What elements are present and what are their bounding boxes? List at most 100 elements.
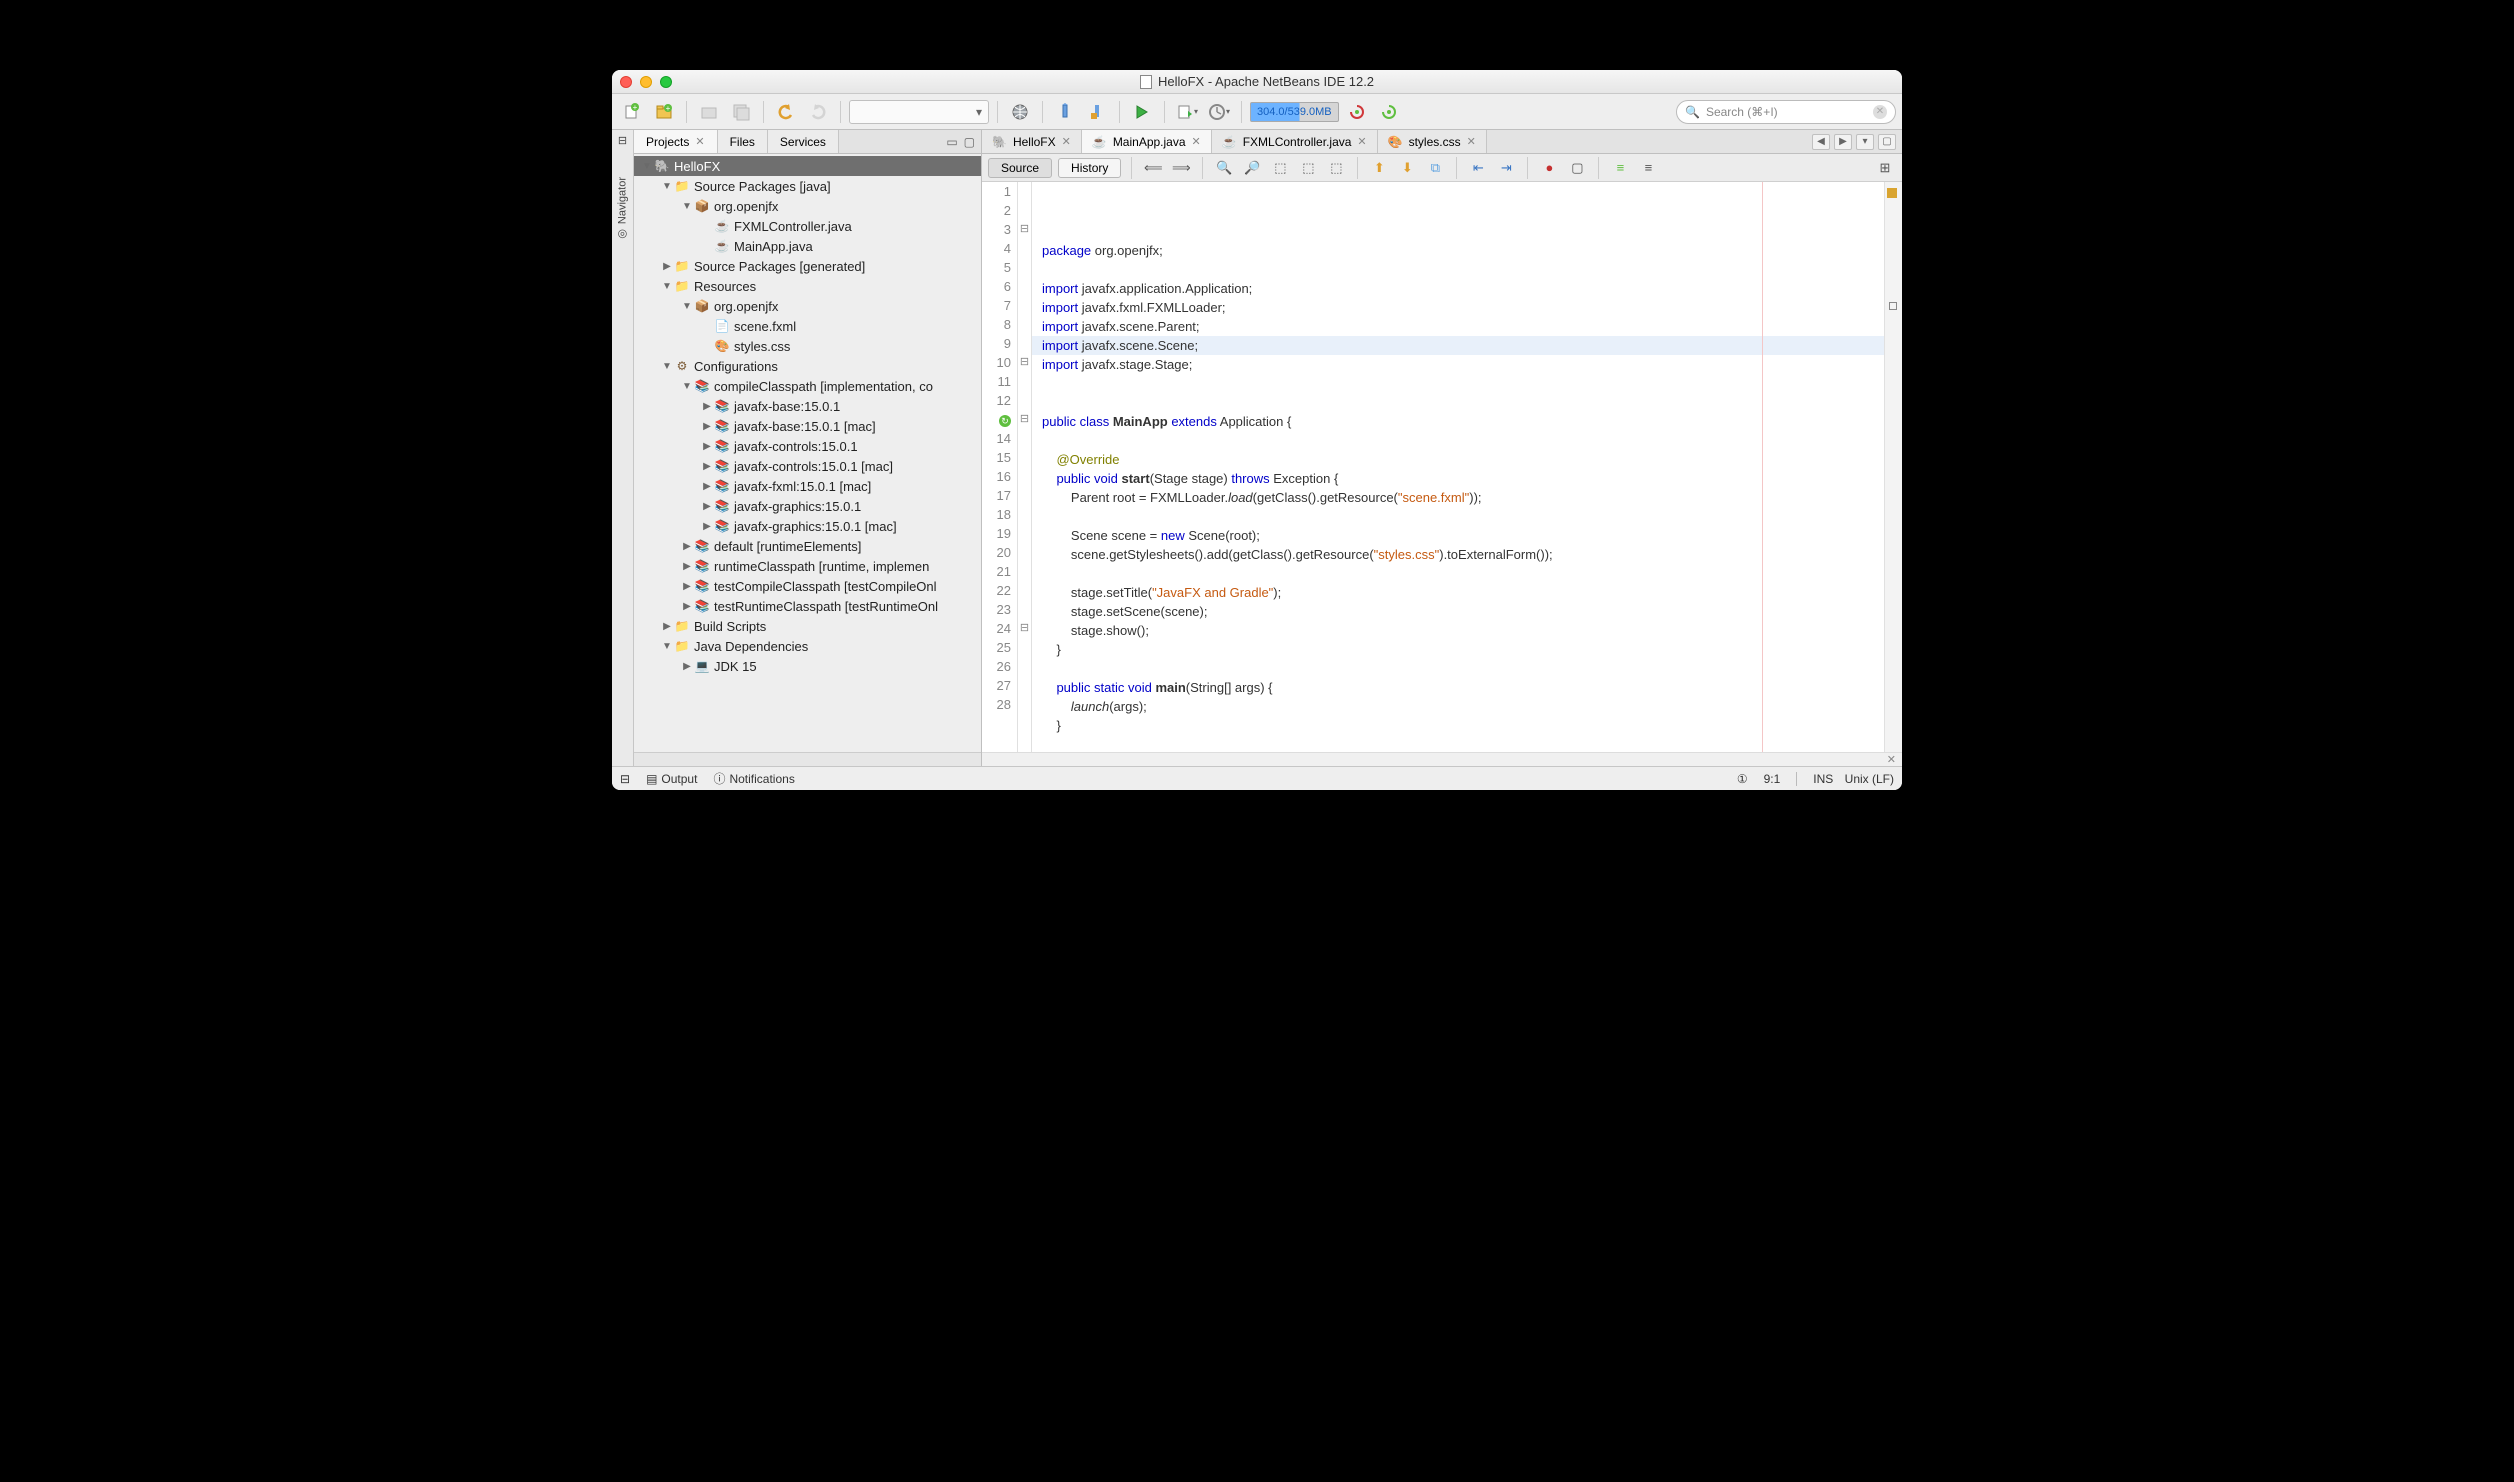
tab-prev-button[interactable]: ◀ xyxy=(1812,134,1830,150)
tree-node[interactable]: ▶📚javafx-controls:15.0.1 xyxy=(634,436,981,456)
tree-node[interactable]: ▼📁Source Packages [java] xyxy=(634,176,981,196)
project-tree[interactable]: ▼🐘HelloFX▼📁Source Packages [java]▼📦org.o… xyxy=(634,154,981,752)
tree-node[interactable]: ▼📦org.openjfx xyxy=(634,196,981,216)
editor-tab[interactable]: 🎨styles.css✕ xyxy=(1378,130,1487,153)
uncomment-button[interactable]: ≡ xyxy=(1637,157,1659,179)
expand-toggle-icon[interactable]: ▼ xyxy=(660,361,674,372)
expand-toggle-icon[interactable]: ▶ xyxy=(680,561,694,572)
code-content[interactable]: package org.openjfx; import javafx.appli… xyxy=(1032,182,1884,752)
tree-node[interactable]: 📄scene.fxml xyxy=(634,316,981,336)
editor-tab[interactable]: 🐘HelloFX✕ xyxy=(982,130,1082,153)
tree-node[interactable]: ▶📚javafx-controls:15.0.1 [mac] xyxy=(634,456,981,476)
source-view-button[interactable]: Source xyxy=(988,158,1052,178)
clear-search-icon[interactable]: ✕ xyxy=(1873,105,1887,119)
close-tab-icon[interactable]: ✕ xyxy=(1192,135,1201,148)
sidebar-tab-services[interactable]: Services xyxy=(768,130,839,153)
nav-back-button[interactable]: ⟸ xyxy=(1142,157,1164,179)
globe-button[interactable] xyxy=(1006,98,1034,126)
expand-toggle-icon[interactable]: ▶ xyxy=(660,621,674,632)
editor-scrollbar[interactable]: ✕ xyxy=(982,752,1902,766)
expand-toggle-icon[interactable]: ▶ xyxy=(700,461,714,472)
expand-toggle-icon[interactable]: ▶ xyxy=(680,541,694,552)
navigator-tab[interactable]: ◎Navigator xyxy=(616,177,629,241)
save-all-button[interactable] xyxy=(727,98,755,126)
tree-node[interactable]: ☕FXMLController.java xyxy=(634,216,981,236)
split-editor-button[interactable]: ⊞ xyxy=(1874,157,1896,179)
reload-button-2[interactable] xyxy=(1375,98,1403,126)
minimize-rail-icon[interactable]: ⊟ xyxy=(618,134,627,147)
find-prev-button[interactable]: ⬚ xyxy=(1269,157,1291,179)
toggle-bookmark-button[interactable]: ⧉ xyxy=(1424,157,1446,179)
sidebar-tab-files[interactable]: Files xyxy=(718,130,768,153)
restore-panel-icon[interactable]: ▢ xyxy=(964,135,975,149)
run-button[interactable] xyxy=(1128,98,1156,126)
minimize-panel-icon[interactable]: ▭ xyxy=(946,135,957,149)
find-selection-next-button[interactable]: 🔎 xyxy=(1241,157,1263,179)
sidebar-scrollbar[interactable] xyxy=(634,752,981,766)
tree-node[interactable]: ▶📚runtimeClasspath [runtime, implemen xyxy=(634,556,981,576)
tree-node[interactable]: ▶📚javafx-base:15.0.1 [mac] xyxy=(634,416,981,436)
editor-tab[interactable]: ☕FXMLController.java✕ xyxy=(1212,130,1378,153)
tree-node[interactable]: ▼🐘HelloFX xyxy=(634,156,981,176)
find-next-button[interactable]: ⬚ xyxy=(1297,157,1319,179)
tree-node[interactable]: ▼📚compileClasspath [implementation, co xyxy=(634,376,981,396)
tab-next-button[interactable]: ▶ xyxy=(1834,134,1852,150)
tree-node[interactable]: ▼📦org.openjfx xyxy=(634,296,981,316)
new-project-button[interactable]: + xyxy=(650,98,678,126)
next-bookmark-button[interactable]: ⬇ xyxy=(1396,157,1418,179)
tree-node[interactable]: ▶📚javafx-graphics:15.0.1 [mac] xyxy=(634,516,981,536)
history-view-button[interactable]: History xyxy=(1058,158,1121,178)
tree-node[interactable]: 🎨styles.css xyxy=(634,336,981,356)
memory-indicator[interactable]: 304.0/539.0MB xyxy=(1250,102,1339,122)
minimize-status-icon[interactable]: ⊟ xyxy=(620,772,630,786)
open-project-button[interactable] xyxy=(695,98,723,126)
expand-toggle-icon[interactable]: ▶ xyxy=(700,501,714,512)
expand-toggle-icon[interactable]: ▶ xyxy=(700,421,714,432)
shift-left-button[interactable]: ⇤ xyxy=(1467,157,1489,179)
expand-toggle-icon[interactable]: ▼ xyxy=(680,381,694,392)
nav-forward-button[interactable]: ⟹ xyxy=(1170,157,1192,179)
tree-node[interactable]: ☕MainApp.java xyxy=(634,236,981,256)
maximize-editor-button[interactable]: ▢ xyxy=(1878,134,1896,150)
debug-button[interactable]: ▾ xyxy=(1173,98,1201,126)
tree-node[interactable]: ▶📁Build Scripts xyxy=(634,616,981,636)
tree-node[interactable]: ▼📁Resources xyxy=(634,276,981,296)
close-tab-icon[interactable]: ✕ xyxy=(1062,135,1071,148)
find-selection-prev-button[interactable]: 🔍 xyxy=(1213,157,1235,179)
build-button[interactable] xyxy=(1051,98,1079,126)
expand-toggle-icon[interactable]: ▶ xyxy=(700,521,714,532)
profile-button[interactable]: ▾ xyxy=(1205,98,1233,126)
global-search-input[interactable]: 🔍 Search (⌘+I) ✕ xyxy=(1676,100,1896,124)
expand-toggle-icon[interactable]: ▶ xyxy=(700,441,714,452)
expand-toggle-icon[interactable]: ▶ xyxy=(700,401,714,412)
notifications-button[interactable]: ⓘNotifications xyxy=(713,770,794,787)
expand-toggle-icon[interactable]: ▼ xyxy=(640,161,654,172)
run-config-dropdown[interactable]: ▾ xyxy=(849,100,989,124)
redo-button[interactable] xyxy=(804,98,832,126)
expand-toggle-icon[interactable]: ▼ xyxy=(680,201,694,212)
expand-toggle-icon[interactable]: ▶ xyxy=(680,581,694,592)
tree-node[interactable]: ▶📚testCompileClasspath [testCompileOnl xyxy=(634,576,981,596)
tree-node[interactable]: ▼📁Java Dependencies xyxy=(634,636,981,656)
comment-button[interactable]: ≡ xyxy=(1609,157,1631,179)
tree-node[interactable]: ▶📚default [runtimeElements] xyxy=(634,536,981,556)
shift-right-button[interactable]: ⇥ xyxy=(1495,157,1517,179)
tree-node[interactable]: ▶💻JDK 15 xyxy=(634,656,981,676)
undo-button[interactable] xyxy=(772,98,800,126)
prev-bookmark-button[interactable]: ⬆ xyxy=(1368,157,1390,179)
insert-mode-indicator[interactable]: ① xyxy=(1737,772,1748,786)
line-number-gutter[interactable]: 123456789101112↻141516171819202122232425… xyxy=(982,182,1018,752)
stop-macro-button[interactable]: ▢ xyxy=(1566,157,1588,179)
expand-toggle-icon[interactable]: ▼ xyxy=(660,281,674,292)
tree-node[interactable]: ▶📚javafx-fxml:15.0.1 [mac] xyxy=(634,476,981,496)
fold-gutter[interactable]: ⊟⊟⊟⊟ xyxy=(1018,182,1032,752)
expand-toggle-icon[interactable]: ▼ xyxy=(680,301,694,312)
expand-toggle-icon[interactable]: ▶ xyxy=(660,261,674,272)
expand-toggle-icon[interactable]: ▼ xyxy=(660,641,674,652)
editor-tab[interactable]: ☕MainApp.java✕ xyxy=(1082,130,1212,153)
tab-list-button[interactable]: ▾ xyxy=(1856,134,1874,150)
tree-node[interactable]: ▼⚙Configurations xyxy=(634,356,981,376)
expand-toggle-icon[interactable]: ▶ xyxy=(680,601,694,612)
sidebar-tab-projects[interactable]: Projects✕ xyxy=(634,130,718,153)
tree-node[interactable]: ▶📚javafx-base:15.0.1 xyxy=(634,396,981,416)
